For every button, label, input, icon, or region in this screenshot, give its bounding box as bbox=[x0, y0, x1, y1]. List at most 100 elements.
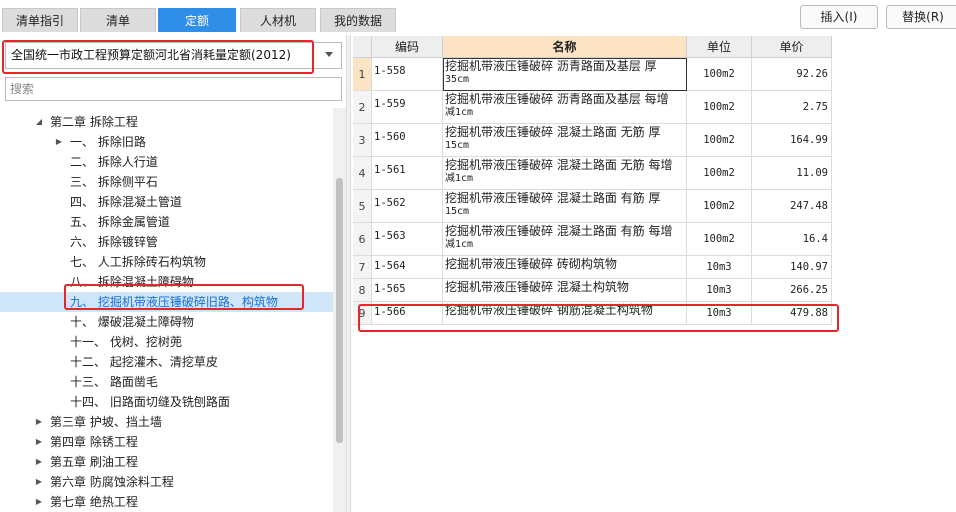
code-cell[interactable]: 1-564 bbox=[372, 256, 443, 279]
code-cell[interactable]: 1-562 bbox=[372, 190, 443, 223]
panel-splitter[interactable] bbox=[346, 35, 351, 512]
tab-materials[interactable]: 人材机 bbox=[240, 8, 316, 32]
quota-tree-panel: 全国统一市政工程预算定额河北省消耗量定额(2012) ◢ 第二章 拆除工程 ▶ 一、 … bbox=[0, 35, 346, 512]
name-cell[interactable]: 挖掘机带液压锤破碎 混凝土路面 有筋 厚 15cm bbox=[443, 190, 687, 223]
unit-cell[interactable]: 100m2 bbox=[687, 91, 752, 124]
price-cell[interactable]: 16.4 bbox=[752, 223, 832, 256]
chevron-down-icon[interactable] bbox=[325, 52, 333, 57]
row-index[interactable]: 5 bbox=[353, 190, 372, 223]
grid-header-name[interactable]: 名称 bbox=[443, 36, 687, 58]
quota-library-select[interactable]: 全国统一市政工程预算定额河北省消耗量定额(2012) bbox=[5, 42, 342, 69]
expand-triangle-icon[interactable]: ▶ bbox=[34, 492, 44, 512]
tree-item[interactable]: 十一、 伐树、挖树蔸 bbox=[0, 332, 333, 352]
tree-item-label: 第五章 刷油工程 bbox=[50, 455, 138, 469]
tree-item[interactable]: 十二、 起挖灌木、清挖草皮 bbox=[0, 352, 333, 372]
price-cell[interactable]: 164.99 bbox=[752, 124, 832, 157]
code-cell[interactable]: 1-560 bbox=[372, 124, 443, 157]
tree-item[interactable]: 五、 拆除金属管道 bbox=[0, 212, 333, 232]
tree-item[interactable]: ◢ 第二章 拆除工程 bbox=[0, 112, 333, 132]
unit-cell[interactable]: 100m2 bbox=[687, 157, 752, 190]
search-input[interactable] bbox=[5, 77, 342, 101]
row-index[interactable]: 8 bbox=[353, 279, 372, 302]
unit-cell[interactable]: 100m2 bbox=[687, 58, 752, 91]
tree-scrollbar[interactable] bbox=[333, 108, 346, 512]
tree-item[interactable]: 六、 拆除镀锌管 bbox=[0, 232, 333, 252]
tab-list-guide[interactable]: 清单指引 bbox=[2, 8, 78, 32]
tree-item[interactable]: ▶ 第三章 护坡、挡土墙 bbox=[0, 412, 333, 432]
name-line-2: 35cm bbox=[445, 74, 470, 85]
tree-item-label: 四、 拆除混凝土管道 bbox=[70, 195, 182, 209]
tree-item[interactable]: 九、 挖掘机带液压锤破碎旧路、构筑物 bbox=[0, 292, 333, 312]
tree-item[interactable]: 十四、 旧路面切缝及铣刨路面 bbox=[0, 392, 333, 412]
tab-list[interactable]: 清单 bbox=[80, 8, 156, 32]
name-cell[interactable]: 挖掘机带液压锤破碎 沥青路面及基层 每增 减1cm bbox=[443, 91, 687, 124]
tree-item-label: 九、 挖掘机带液压锤破碎旧路、构筑物 bbox=[70, 295, 278, 309]
tree-item[interactable]: ▶ 一、 拆除旧路 bbox=[0, 132, 333, 152]
expand-triangle-icon[interactable]: ▶ bbox=[34, 452, 44, 472]
row-index[interactable]: 9 bbox=[353, 302, 372, 325]
price-cell[interactable]: 11.09 bbox=[752, 157, 832, 190]
unit-cell[interactable]: 100m2 bbox=[687, 124, 752, 157]
code-cell[interactable]: 1-559 bbox=[372, 91, 443, 124]
grid-header-code[interactable]: 编码 bbox=[372, 36, 443, 58]
code-cell[interactable]: 1-566 bbox=[372, 302, 443, 325]
expand-triangle-icon[interactable]: ▶ bbox=[34, 472, 44, 492]
name-cell[interactable]: 挖掘机带液压锤破碎 混凝土路面 无筋 厚 15cm bbox=[443, 124, 687, 157]
unit-cell[interactable]: 10m3 bbox=[687, 279, 752, 302]
name-cell[interactable]: 挖掘机带液压锤破碎 混凝土构筑物 bbox=[443, 279, 687, 302]
row-index[interactable]: 2 bbox=[353, 91, 372, 124]
tree-item-label: 十三、 路面凿毛 bbox=[70, 375, 158, 389]
price-cell[interactable]: 2.75 bbox=[752, 91, 832, 124]
code-cell[interactable]: 1-563 bbox=[372, 223, 443, 256]
code-cell[interactable]: 1-561 bbox=[372, 157, 443, 190]
tree-item[interactable]: ▶ 第七章 绝热工程 bbox=[0, 492, 333, 512]
tree-item[interactable]: ▶ 第五章 刷油工程 bbox=[0, 452, 333, 472]
name-cell[interactable]: 挖掘机带液压锤破碎 砖砌构筑物 bbox=[443, 256, 687, 279]
code-cell[interactable]: 1-558 bbox=[372, 58, 443, 91]
tree-item[interactable]: 七、 人工拆除砖石构筑物 bbox=[0, 252, 333, 272]
name-cell[interactable]: 挖掘机带液压锤破碎 混凝土路面 有筋 每增 减1cm bbox=[443, 223, 687, 256]
unit-cell[interactable]: 100m2 bbox=[687, 190, 752, 223]
name-cell[interactable]: 挖掘机带液压锤破碎 沥青路面及基层 厚 35cm bbox=[443, 58, 687, 91]
price-cell[interactable]: 247.48 bbox=[752, 190, 832, 223]
grid-header-price[interactable]: 单价 bbox=[752, 36, 832, 58]
name-line-1: 挖掘机带液压锤破碎 混凝土路面 无筋 厚 bbox=[445, 125, 661, 139]
expand-triangle-icon[interactable]: ▶ bbox=[54, 132, 64, 152]
row-index[interactable]: 4 bbox=[353, 157, 372, 190]
price-cell[interactable]: 92.26 bbox=[752, 58, 832, 91]
expand-triangle-icon[interactable]: ▶ bbox=[34, 432, 44, 452]
tree-item[interactable]: 十三、 路面凿毛 bbox=[0, 372, 333, 392]
tab-my-data[interactable]: 我的数据 bbox=[320, 8, 396, 32]
name-cell[interactable]: 挖掘机带液压锤破碎 钢筋混凝土构筑物 bbox=[443, 302, 687, 325]
price-cell[interactable]: 266.25 bbox=[752, 279, 832, 302]
price-cell[interactable]: 140.97 bbox=[752, 256, 832, 279]
tree-item[interactable]: 三、 拆除侧平石 bbox=[0, 172, 333, 192]
unit-cell[interactable]: 100m2 bbox=[687, 223, 752, 256]
row-index[interactable]: 7 bbox=[353, 256, 372, 279]
row-index[interactable]: 3 bbox=[353, 124, 372, 157]
replace-button[interactable]: 替换(R) bbox=[886, 5, 956, 29]
tree-item[interactable]: 四、 拆除混凝土管道 bbox=[0, 192, 333, 212]
row-index[interactable]: 1 bbox=[353, 58, 372, 91]
tree-scrollbar-thumb[interactable] bbox=[336, 178, 343, 443]
tree-item[interactable]: ▶ 第四章 除锈工程 bbox=[0, 432, 333, 452]
tree-item[interactable]: 十、 爆破混凝土障碍物 bbox=[0, 312, 333, 332]
tree-item[interactable]: 二、 拆除人行道 bbox=[0, 152, 333, 172]
chapter-tree: ◢ 第二章 拆除工程 ▶ 一、 拆除旧路 二、 拆除人行道 三、 拆除侧平石四、 拆除混凝… bbox=[0, 108, 333, 512]
tree-item-label: 十二、 起挖灌木、清挖草皮 bbox=[70, 355, 218, 369]
code-cell[interactable]: 1-565 bbox=[372, 279, 443, 302]
grid-header-unit[interactable]: 单位 bbox=[687, 36, 752, 58]
insert-button[interactable]: 插入(I) bbox=[800, 5, 878, 29]
expand-triangle-icon[interactable]: ▶ bbox=[34, 412, 44, 432]
unit-cell[interactable]: 10m3 bbox=[687, 256, 752, 279]
tree-item[interactable]: 八、 拆除混凝土障碍物 bbox=[0, 272, 333, 292]
row-index[interactable]: 6 bbox=[353, 223, 372, 256]
collapse-triangle-icon[interactable]: ◢ bbox=[34, 112, 44, 132]
price-cell[interactable]: 479.88 bbox=[752, 302, 832, 325]
tab-quota[interactable]: 定额 bbox=[158, 8, 236, 32]
name-cell[interactable]: 挖掘机带液压锤破碎 混凝土路面 无筋 每增 减1cm bbox=[443, 157, 687, 190]
unit-cell[interactable]: 10m3 bbox=[687, 302, 752, 325]
tree-item-label: 十一、 伐树、挖树蔸 bbox=[70, 335, 182, 349]
name-line-2: 减1cm bbox=[445, 239, 474, 250]
tree-item[interactable]: ▶ 第六章 防腐蚀涂料工程 bbox=[0, 472, 333, 492]
